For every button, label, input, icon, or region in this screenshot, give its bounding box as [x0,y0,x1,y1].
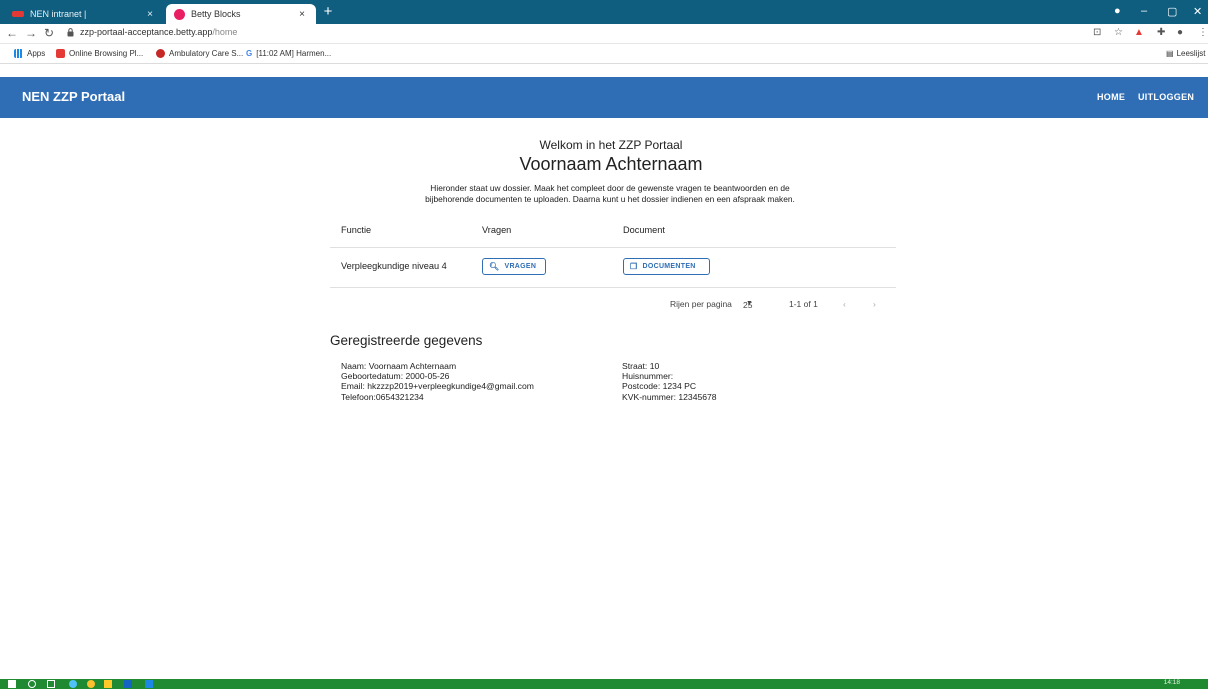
info-huisnummer: Huisnummer: [622,371,674,382]
table-pagination: Rijen per pagina 25 ▼ 1-1 of 1 ‹ › [330,298,896,312]
nen-favicon-icon [12,11,24,17]
outlook-icon[interactable] [124,680,132,688]
info-geboortedatum: Geboortedatum: 2000-05-26 [341,371,450,382]
windows-taskbar: 14:18 [0,679,1208,689]
new-tab-button[interactable]: + [320,4,336,20]
intro-line-1: Hieronder staat uw dossier. Maak het com… [430,183,790,193]
reload-icon[interactable]: ↻ [44,26,54,40]
chrome-icon[interactable] [87,680,95,688]
registered-data-left: Naam: Voornaam Achternaam Geboortedatum:… [341,361,534,402]
welcome-subtitle: Welkom in het ZZP Portaal [539,138,683,152]
betty-blocks-favicon-icon [174,8,185,20]
url-host: zzp-portaal-acceptance.betty.app [80,27,213,37]
documenten-button[interactable]: ❐ DOCUMENTEN [623,258,710,275]
column-header-document: Document [623,225,665,235]
start-icon[interactable] [8,680,16,688]
profile-icon[interactable]: ● [1114,5,1121,17]
lock-icon[interactable] [67,28,74,37]
user-name-heading: Voornaam Achternaam [519,154,703,174]
google-icon: G [246,49,253,58]
close-tab-icon[interactable]: × [144,9,156,20]
vragen-button-label: VRAGEN [504,263,537,270]
apps-grid-icon [14,49,23,58]
address-bar[interactable]: zzp-portaal-acceptance.betty.app/home [80,27,237,37]
search-icon: 🔍︎ [489,262,500,271]
bookmark-harmen[interactable]: G [11:02 AM] Harmen... [246,49,331,58]
word-icon[interactable] [145,680,153,688]
reading-list-label: Leeslijst [1176,49,1206,58]
nen-bookmark-icon [56,49,65,58]
app-brand[interactable]: NEN ZZP Portaal [22,89,125,104]
reading-list-icon: ▤ [1166,49,1174,58]
bookmark-ambulatory-care[interactable]: Ambulatory Care S... [156,49,243,58]
documents-icon: ❐ [630,262,638,271]
column-header-functie: Functie [341,225,372,235]
functie-cell: Verpleegkundige niveau 4 [341,261,447,271]
minimize-icon[interactable]: – [1141,5,1147,17]
rows-per-page-label: Rijen per pagina [670,299,732,309]
info-postcode: Postcode: 1234 PC [622,381,697,392]
tab-betty-blocks[interactable]: Betty Blocks × [166,4,316,24]
info-naam: Naam: Voornaam Achternaam [341,361,457,371]
file-explorer-icon[interactable] [104,680,112,688]
registered-data-title: Geregistreerde gegevens [330,333,483,348]
info-kvk: KVK-nummer: 12345678 [622,391,717,402]
previous-page-icon[interactable]: ‹ [843,299,846,309]
info-email: Email: hkzzzp2019+verpleegkundige4@gmail… [341,381,534,392]
bookmark-label: [11:02 AM] Harmen... [256,49,332,58]
browser-toolbar: ← → ↻ zzp-portaal-acceptance.betty.app/h… [0,24,1208,44]
column-header-vragen: Vragen [482,225,512,235]
info-straat: Straat: 10 [622,361,660,371]
bookmark-label: Apps [27,49,46,58]
install-app-icon[interactable]: ⊡ [1093,27,1101,38]
back-icon[interactable]: ← [6,26,18,40]
intro-line-2: bijbehorende documenten te uploaden. Daa… [425,194,795,204]
close-tab-icon[interactable]: × [296,9,308,20]
documenten-button-label: DOCUMENTEN [642,263,696,270]
pdf-extension-icon[interactable]: ▲ [1134,27,1144,38]
bookmarks-bar: Apps Online Browsing Pl... Ambulatory Ca… [0,44,1208,64]
table-row: Verpleegkundige niveau 4 🔍︎ VRAGEN ❐ DOC… [330,248,896,288]
maximize-icon[interactable]: ▢ [1167,5,1177,18]
dropdown-caret-icon: ▼ [746,300,753,307]
bookmark-online-browsing[interactable]: Online Browsing Pl... [56,49,143,58]
more-menu-icon[interactable]: ⋮ [1198,27,1208,38]
close-window-icon[interactable]: ✕ [1193,5,1202,18]
search-icon[interactable] [28,680,36,688]
tab-nen-intranet[interactable]: NEN intranet | × [4,4,164,24]
dossier-table: Functie Vragen Document Verpleegkundige … [330,219,896,288]
forward-icon[interactable]: → [25,26,37,40]
registered-data-right: Straat: 10 Huisnummer: Postcode: 1234 PC… [622,361,717,402]
edge-icon[interactable] [69,680,77,688]
info-telefoon: Telefoon:0654321234 [341,391,424,402]
bookmark-apps[interactable]: Apps [14,49,45,58]
nav-logout[interactable]: UITLOGGEN [1138,92,1194,102]
account-icon[interactable]: ● [1177,27,1183,38]
app-header: NEN ZZP Portaal HOME UITLOGGEN [0,77,1208,118]
task-view-icon[interactable] [47,680,55,688]
extensions-puzzle-icon[interactable]: ✚ [1157,27,1165,38]
intro-text: Hieronder staat uw dossier. Maak het com… [0,183,1208,205]
pagination-range: 1-1 of 1 [789,299,818,309]
table-header: Functie Vragen Document [330,219,896,248]
tab-label: Betty Blocks [191,9,241,19]
bookmark-label: Online Browsing Pl... [69,49,144,58]
tab-label: NEN intranet | [30,9,87,19]
url-path: /home [212,27,238,37]
reading-list[interactable]: ▤ Leeslijst [1166,49,1205,58]
taskbar-clock[interactable]: 14:18 [1164,679,1180,686]
bookmark-label: Ambulatory Care S... [169,49,244,58]
vragen-button[interactable]: 🔍︎ VRAGEN [482,258,546,275]
nav-home[interactable]: HOME [1097,92,1125,102]
bookmark-star-icon[interactable]: ☆ [1114,27,1123,38]
ambulatory-bookmark-icon [156,49,165,58]
next-page-icon[interactable]: › [873,299,876,309]
browser-tab-strip: NEN intranet | × Betty Blocks × + ● – ▢ … [0,0,1208,24]
